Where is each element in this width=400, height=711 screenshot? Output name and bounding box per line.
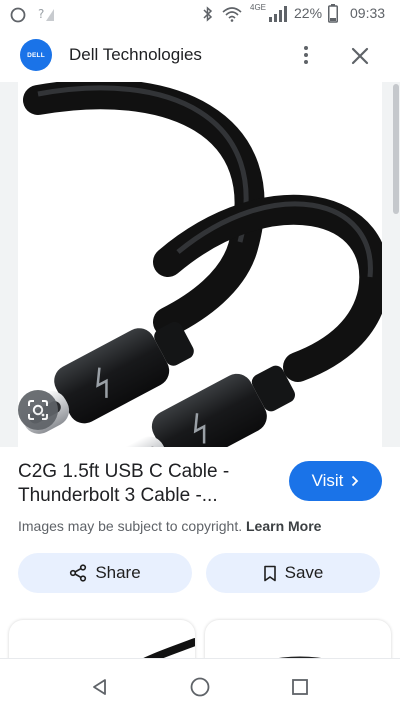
svg-text:?: ? (38, 7, 44, 21)
bookmark-icon (263, 565, 276, 581)
save-button[interactable]: Save (206, 553, 380, 593)
more-vert-icon[interactable] (294, 42, 318, 68)
dell-logo: DELL (20, 39, 52, 71)
back-icon[interactable] (86, 673, 114, 701)
bluetooth-icon (203, 6, 213, 22)
home-icon[interactable] (186, 673, 214, 701)
no-signal-icon: ? (38, 7, 54, 21)
google-lens-icon[interactable] (18, 390, 58, 430)
save-label: Save (284, 563, 324, 582)
product-image[interactable] (18, 82, 382, 447)
clock: 09:33 (350, 5, 386, 21)
signal-icon (269, 6, 287, 22)
scrollbar-thumb[interactable] (393, 84, 399, 214)
visit-button[interactable]: Visit (289, 461, 382, 501)
site-title[interactable]: Dell Technologies (69, 45, 202, 65)
product-title-line-2: Thunderbolt 3 Cable -... (18, 485, 218, 506)
battery-percent: 22% (294, 5, 323, 21)
close-icon[interactable] (345, 41, 375, 71)
recents-icon[interactable] (286, 673, 314, 701)
product-title-line-1: C2G 1.5ft USB C Cable - (18, 461, 230, 482)
share-label: Share (95, 563, 141, 582)
status-bar: ? 4GE 22% 09:33 (0, 0, 400, 30)
app-header: DELL Dell Technologies (0, 30, 400, 82)
visit-label: Visit (311, 471, 344, 490)
usb-c-cable-illustration (21, 82, 382, 447)
share-icon (70, 564, 87, 582)
wifi-icon (222, 7, 242, 22)
copyright-text: Images may be subject to copyright. (18, 518, 243, 534)
image-area (0, 82, 400, 447)
network-type-label: 4GE (250, 3, 267, 12)
logo-text: DELL (27, 51, 45, 59)
product-title[interactable]: C2G 1.5ft USB C Cable - Thunderbolt 3 Ca… (18, 460, 280, 508)
system-nav-bar (0, 658, 400, 711)
circle-notification-icon (10, 7, 26, 23)
share-button[interactable]: Share (18, 553, 192, 593)
copyright-notice: Images may be subject to copyright. Lear… (18, 518, 321, 534)
learn-more-link[interactable]: Learn More (246, 518, 321, 534)
battery-icon (328, 4, 338, 23)
chevron-right-icon (352, 475, 359, 487)
